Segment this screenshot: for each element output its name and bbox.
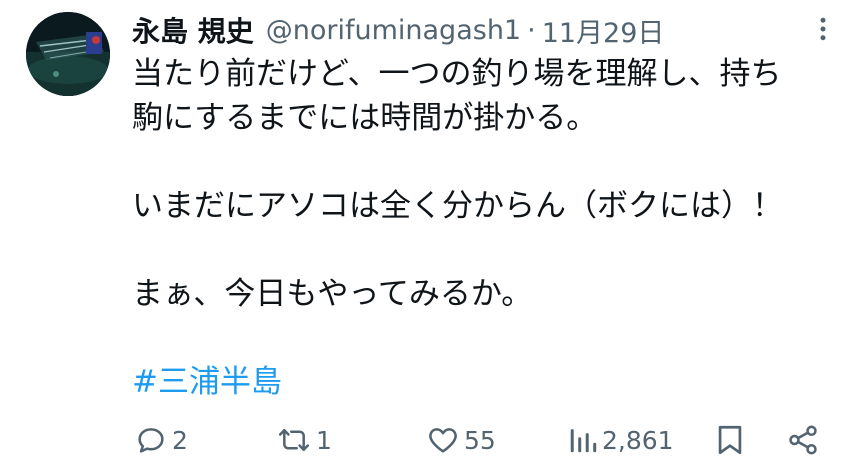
share-icon — [786, 423, 820, 457]
tweet-text-line — [132, 140, 842, 184]
reply-icon — [134, 423, 168, 457]
author-display-name[interactable]: 永島 規史 — [132, 10, 254, 50]
more-icon[interactable] — [808, 14, 838, 44]
retweet-button[interactable]: 1 — [276, 418, 332, 462]
tweet-text: 当たり前だけど、一つの釣り場を理解し、持ち 駒にするまでには時間が掛かる。 いま… — [132, 52, 842, 404]
bookmark-icon — [714, 423, 746, 457]
reply-count: 2 — [172, 425, 188, 455]
tweet[interactable]: 永島 規史 @norifuminagash1 · 11月29日 当たり前だけど、… — [0, 0, 864, 465]
tweet-text-line: まぁ、今日もやってみるか。 — [132, 276, 533, 312]
reply-button[interactable]: 2 — [134, 418, 188, 462]
avatar[interactable] — [26, 12, 110, 96]
tweet-header: 永島 規史 @norifuminagash1 · 11月29日 — [132, 10, 664, 50]
views-icon — [568, 423, 598, 457]
retweet-count: 1 — [316, 425, 332, 455]
views-button[interactable]: 2,861 — [568, 418, 674, 462]
view-count: 2,861 — [602, 425, 674, 455]
tweet-date[interactable]: 11月29日 — [542, 11, 665, 50]
tweet-text-line: 駒にするまでには時間が掛かる。 — [132, 100, 598, 136]
header-separator: · — [527, 14, 536, 46]
tweet-text-line: 当たり前だけど、一つの釣り場を理解し、持ち — [132, 56, 782, 92]
like-button[interactable]: 55 — [426, 418, 496, 462]
author-handle[interactable]: @norifuminagash1 — [266, 15, 521, 46]
avatar-image — [26, 12, 110, 96]
action-bar: 2 1 55 2,861 — [0, 418, 864, 462]
heart-icon — [426, 423, 460, 457]
tweet-text-line — [132, 228, 842, 272]
tweet-text-line: いまだにアソコは全く分からん（ボクには）！ — [132, 188, 783, 224]
like-count: 55 — [464, 425, 496, 455]
tweet-text-line — [132, 316, 842, 360]
retweet-icon — [276, 423, 312, 457]
share-button[interactable] — [786, 418, 820, 462]
hashtag-link[interactable]: #三浦半島 — [132, 364, 282, 400]
bookmark-button[interactable] — [714, 418, 746, 462]
